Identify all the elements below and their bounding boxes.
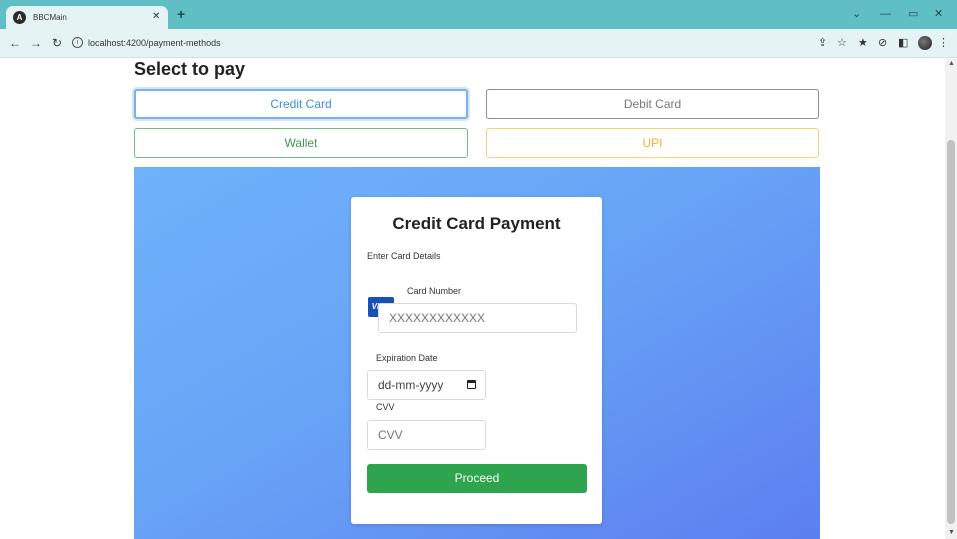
debit-card-button[interactable]: Debit Card xyxy=(486,89,819,119)
form-title: Credit Card Payment xyxy=(392,214,561,233)
page-title: Select to pay xyxy=(134,59,246,79)
scroll-up-icon[interactable]: ▲ xyxy=(948,60,955,67)
expiry-label: Expiration Date xyxy=(376,353,438,363)
side-panel-icon[interactable]: ◧ xyxy=(898,36,908,50)
browser-tab[interactable]: A BBCMain ✕ xyxy=(6,6,168,29)
cvv-input[interactable]: CVV xyxy=(367,420,486,450)
scrollbar-thumb[interactable] xyxy=(947,140,955,524)
card-number-label: Card Number xyxy=(407,286,462,296)
site-info-icon[interactable]: i xyxy=(72,37,83,48)
tab-title: BBCMain xyxy=(33,13,67,22)
forward-icon[interactable]: → xyxy=(30,37,42,49)
back-icon[interactable]: ← xyxy=(9,37,21,49)
form-subtitle: Enter Card Details xyxy=(367,251,441,261)
address-bar: ← → ↻ i localhost:4200/payment-methods ⇪… xyxy=(0,29,957,58)
scroll-down-icon[interactable]: ▼ xyxy=(948,529,955,536)
extension-pin-icon[interactable]: ★ xyxy=(858,36,868,50)
reload-icon[interactable]: ↻ xyxy=(52,37,62,49)
profile-avatar[interactable] xyxy=(918,36,932,50)
calendar-icon[interactable] xyxy=(467,380,476,389)
menu-kebab-icon[interactable]: ⋮ xyxy=(938,36,949,50)
expiry-placeholder: dd-mm-yyyy xyxy=(378,378,444,392)
share-icon[interactable]: ⇪ xyxy=(818,36,827,50)
bookmark-star-icon[interactable]: ☆ xyxy=(837,36,847,50)
card-number-input[interactable]: XXXXXXXXXXXX xyxy=(378,303,577,333)
close-window-icon[interactable]: ✕ xyxy=(934,8,943,20)
proceed-button[interactable]: Proceed xyxy=(367,464,587,493)
credit-card-button[interactable]: Credit Card xyxy=(134,89,468,119)
expiry-date-input[interactable]: dd-mm-yyyy xyxy=(367,370,486,400)
new-tab-icon[interactable]: + xyxy=(177,7,185,21)
payment-form-card: Credit Card Payment Enter Card Details V… xyxy=(351,197,602,524)
minimize-icon[interactable]: — xyxy=(880,8,891,20)
cvv-label: CVV xyxy=(376,402,395,412)
angular-icon: A xyxy=(13,11,26,24)
upi-button[interactable]: UPI xyxy=(486,128,819,158)
extensions-icon[interactable]: ⊘ xyxy=(878,36,887,50)
restore-icon[interactable]: ▭ xyxy=(908,8,918,20)
browser-tab-bar: A BBCMain ✕ + ⌄ — ▭ ✕ xyxy=(0,0,957,29)
tab-search-icon[interactable]: ⌄ xyxy=(852,8,861,20)
tab-close-icon[interactable]: ✕ xyxy=(152,10,160,24)
url-field[interactable]: localhost:4200/payment-methods xyxy=(88,36,221,50)
wallet-button[interactable]: Wallet xyxy=(134,128,468,158)
